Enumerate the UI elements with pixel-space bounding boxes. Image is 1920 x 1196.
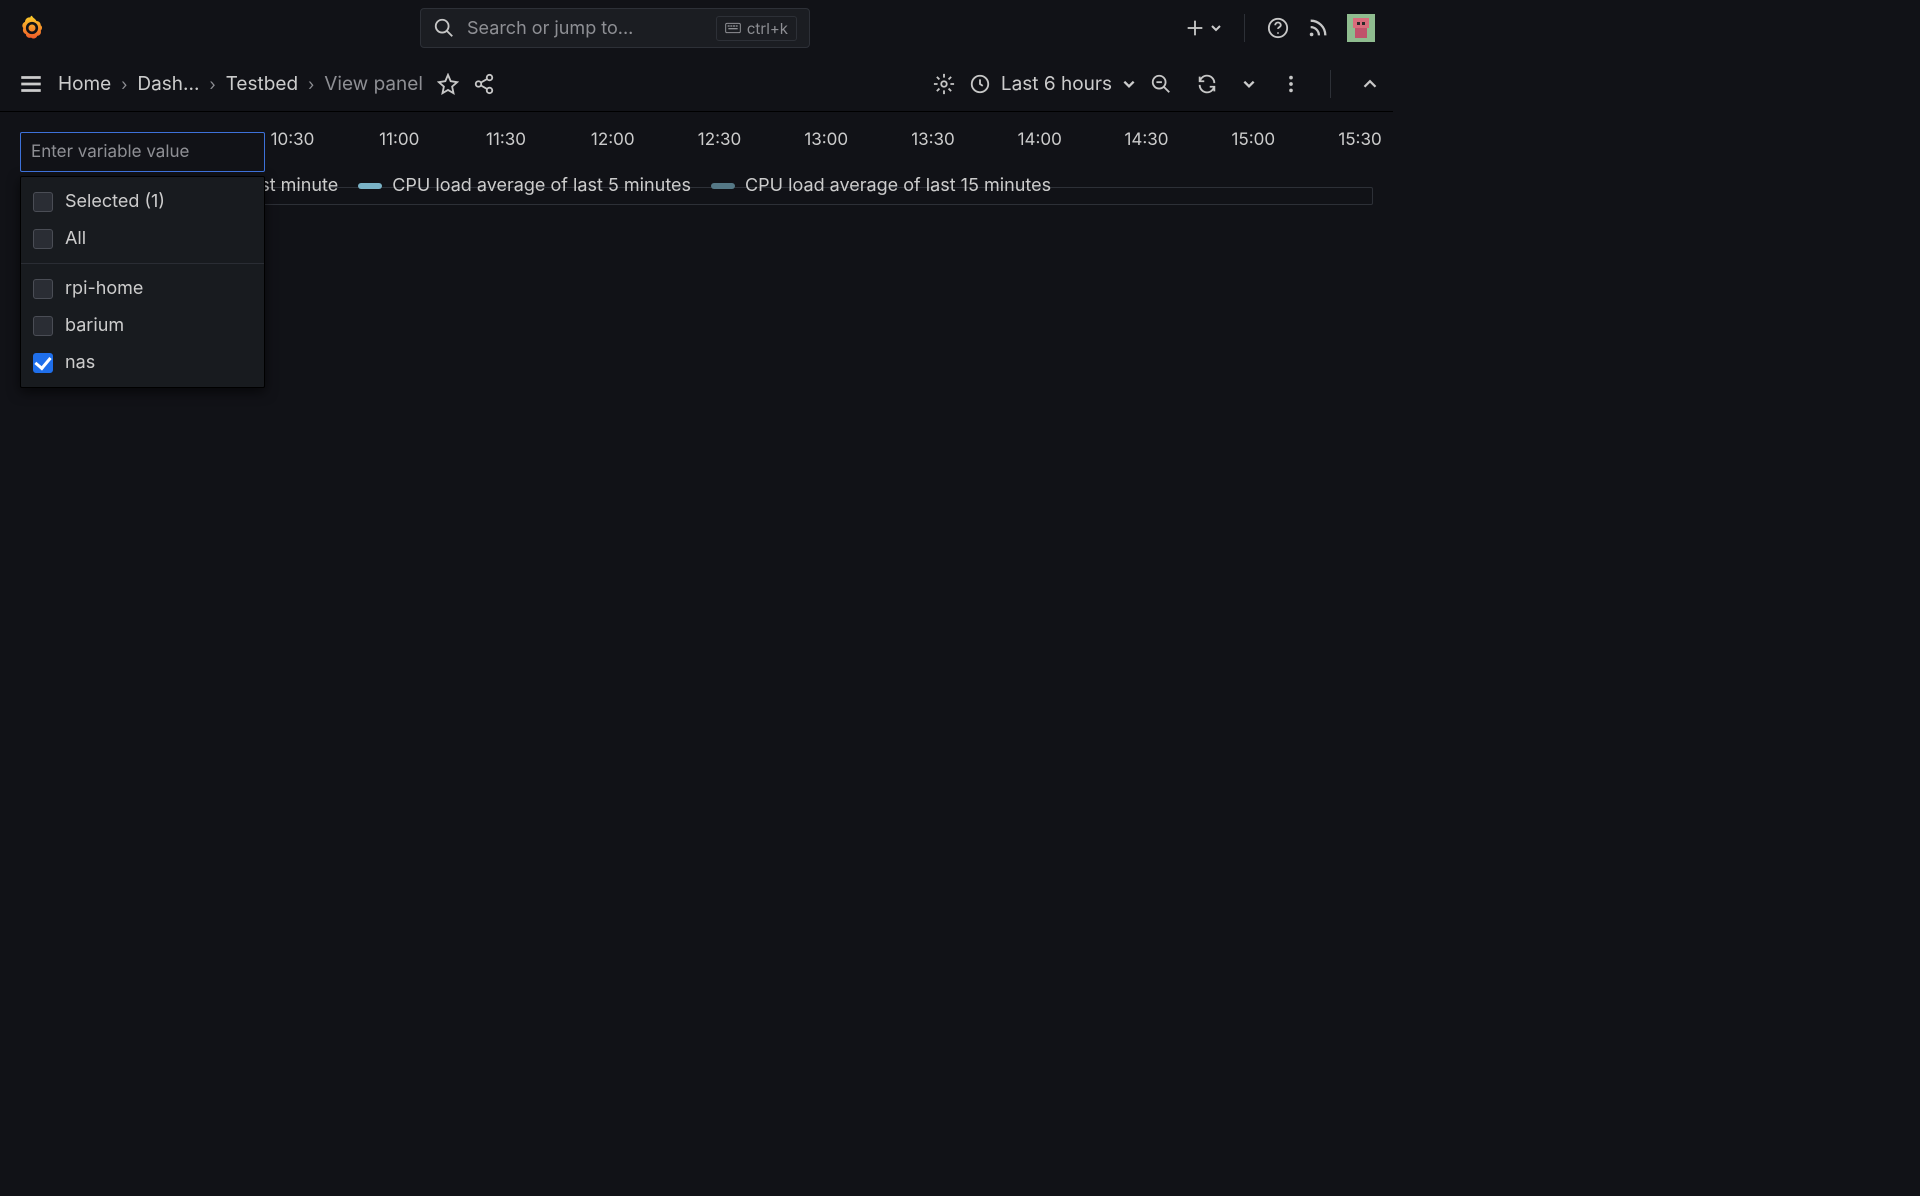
share-icon (473, 73, 495, 95)
zoom-out-icon (1150, 73, 1172, 95)
legend-swatch (358, 183, 382, 189)
x-tick: 15:00 (1231, 130, 1275, 150)
rss-icon (1307, 17, 1329, 39)
refresh-button[interactable] (1196, 73, 1218, 95)
checkbox[interactable] (33, 316, 53, 336)
legend-label: CPU load average of last 15 minutes (745, 175, 1051, 196)
refresh-interval-chevron[interactable] (1242, 77, 1256, 91)
checkbox[interactable] (33, 192, 53, 212)
variable-option[interactable]: nas (21, 344, 264, 381)
x-tick: 12:00 (591, 130, 635, 150)
variable-input[interactable] (20, 132, 265, 172)
crumb-dashboards[interactable]: Dash... (137, 72, 199, 95)
crumb-viewpanel: View panel (324, 72, 423, 95)
x-tick: 11:30 (486, 130, 526, 150)
variable-option-label: All (65, 228, 86, 249)
clock-icon (969, 73, 991, 95)
more-vertical-icon (1280, 73, 1302, 95)
variable-option[interactable]: All (21, 220, 264, 257)
x-tick: 11:00 (379, 130, 419, 150)
toolbar: Home › Dash... › Testbed › View panel La… (0, 56, 1393, 112)
x-tick: 13:00 (804, 130, 848, 150)
time-range-picker[interactable]: Last 6 hours (969, 72, 1136, 95)
search-icon (433, 17, 455, 39)
x-axis: 10:0010:3011:0011:3012:0012:3013:0013:30… (79, 130, 1360, 156)
x-tick: 14:30 (1124, 130, 1168, 150)
divider (1330, 70, 1331, 98)
variable-option-label: barium (65, 315, 124, 336)
legend-swatch (711, 183, 735, 189)
help-button[interactable] (1267, 17, 1289, 39)
page-body: Selected (1)All rpi-homebariumnas 00.050… (0, 112, 1393, 152)
legend-label: CPU load average of last 5 minutes (392, 175, 691, 196)
avatar[interactable] (1347, 14, 1375, 42)
checkbox[interactable] (33, 353, 53, 373)
star-icon (437, 73, 459, 95)
favorite-button[interactable] (437, 73, 459, 95)
grafana-logo[interactable] (18, 14, 46, 42)
x-tick: 13:30 (911, 130, 955, 150)
legend-item[interactable]: CPU load average of last 5 minutes (358, 175, 691, 196)
variable-option-label: nas (65, 352, 95, 373)
plus-icon (1184, 17, 1206, 39)
share-button[interactable] (473, 73, 495, 95)
top-nav: Search or jump to... ctrl+k (0, 0, 1393, 56)
legend-item[interactable]: CPU load average of last 15 minutes (711, 175, 1051, 196)
x-tick: 14:00 (1018, 130, 1062, 150)
menu-toggle[interactable] (18, 71, 44, 97)
variable-option[interactable]: barium (21, 307, 264, 344)
crumb-home[interactable]: Home (58, 72, 111, 95)
checkbox[interactable] (33, 279, 53, 299)
add-button[interactable] (1184, 17, 1222, 39)
variable-option-label: rpi-home (65, 278, 143, 299)
x-tick: 12:30 (698, 130, 741, 150)
breadcrumb: Home › Dash... › Testbed › View panel (58, 72, 423, 95)
variable-dropdown: Selected (1) All rpi-home barium nas (20, 132, 265, 388)
divider (1244, 14, 1245, 42)
search-placeholder: Search or jump to... (467, 18, 704, 39)
variable-option[interactable]: Selected (1) (21, 183, 264, 220)
settings-button[interactable] (933, 73, 955, 95)
chevron-up-icon (1359, 73, 1381, 95)
divider (21, 263, 264, 264)
variable-popover: Selected (1) All rpi-home barium nas (20, 176, 265, 388)
refresh-icon (1196, 73, 1218, 95)
crumb-testbed[interactable]: Testbed (226, 72, 298, 95)
checkbox[interactable] (33, 229, 53, 249)
search-input[interactable]: Search or jump to... ctrl+k (420, 8, 810, 48)
x-tick: 15:30 (1338, 130, 1381, 150)
variable-option[interactable]: rpi-home (21, 270, 264, 307)
rss-button[interactable] (1307, 17, 1329, 39)
zoom-out-button[interactable] (1150, 73, 1172, 95)
gear-icon (933, 73, 955, 95)
search-kbd: ctrl+k (716, 16, 797, 41)
collapse-button[interactable] (1359, 73, 1381, 95)
more-button[interactable] (1280, 73, 1302, 95)
variable-option-label: Selected (1) (65, 191, 165, 212)
chevron-down-icon (1210, 22, 1222, 34)
chevron-down-icon (1122, 77, 1136, 91)
time-range-label: Last 6 hours (1001, 72, 1112, 95)
help-icon (1267, 17, 1289, 39)
x-tick: 10:30 (271, 130, 315, 150)
